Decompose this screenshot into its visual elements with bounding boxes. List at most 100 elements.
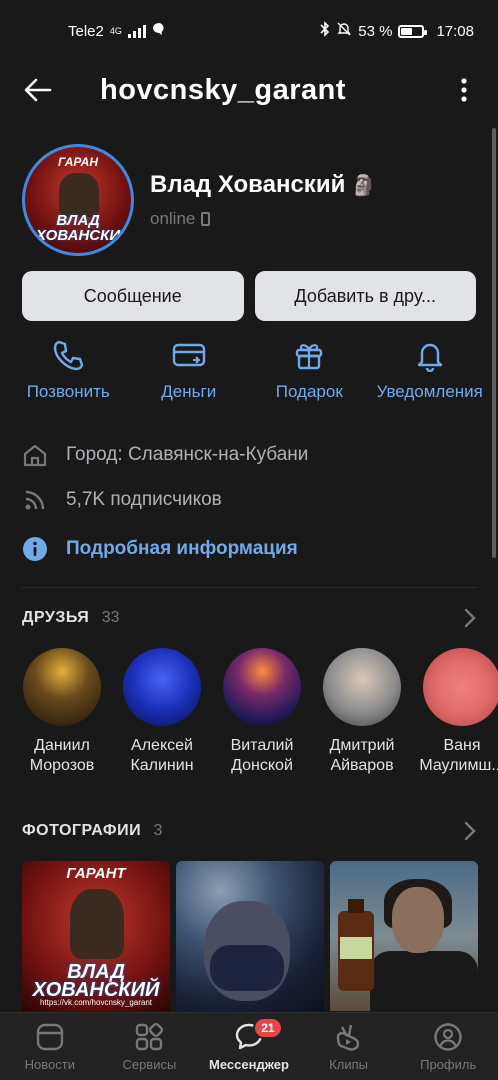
avatar[interactable]: ГАРАН ВЛАД ХОВАНСКИ [22,144,134,256]
friend-first-name: Виталий [230,737,294,754]
call-action[interactable]: Позвонить [9,338,127,410]
tab-services-label: Сервисы [122,1057,177,1072]
phone-icon [54,340,84,371]
home-icon [23,444,47,467]
tab-messenger-label: Мессенджер [209,1057,289,1072]
gift-label: Подарок [275,382,343,401]
friend-first-name: Даниил [34,737,90,754]
tab-clips-label: Клипы [329,1057,368,1072]
photo-thumbnail[interactable] [176,861,324,1011]
tab-clips[interactable]: Клипы [299,1013,399,1080]
photo-text-name: ВЛАД ХОВАНСКИЙ [32,961,160,1001]
photos-title: ФОТОГРАФИИ [22,822,142,839]
page-title: hovcnsky_garant [100,73,347,106]
city-row: Город: Славянск-на-Кубани [22,442,476,468]
friend-item[interactable]: Виталий Донской [212,648,312,776]
notifications-action[interactable]: Уведомления [371,338,489,410]
tab-news[interactable]: Новости [0,1013,100,1080]
battery-percent: 53 % [358,22,393,40]
add-friend-button[interactable]: Добавить в дру... [254,271,476,321]
friend-avatar [23,648,101,726]
info-icon [23,537,47,561]
friend-first-name: Алексей [131,737,193,754]
carrier-name: Tele2 [68,22,104,40]
news-icon [36,1023,63,1051]
friend-avatar [423,648,498,726]
photo-text-top: ГАРАНТ [66,865,126,882]
photos-count: 3 [153,822,163,839]
network-type: 4G [109,26,122,36]
friend-first-name: Дмитрий [329,737,395,754]
details-row[interactable]: Подробная информация [22,536,476,562]
messenger-badge: 21 [253,1017,283,1039]
avatar-text-name: ВЛАД ХОВАНСКИ [35,212,121,244]
arrow-left-icon [24,78,52,102]
battery-icon [398,24,428,38]
money-action[interactable]: Деньги [130,338,248,410]
gift-action[interactable]: Подарок [250,338,368,410]
clips-icon [336,1024,359,1051]
mute-bell-icon [336,21,352,41]
bottom-tab-bar: Новости Сервисы 21 Мессенджер Клипы Проф… [0,1012,498,1080]
friends-list: Даниил Морозов Алексей Калинин Виталий Д… [12,648,498,776]
friend-last-name: Морозов [29,757,95,774]
tab-profile[interactable]: Профиль [398,1013,498,1080]
divider [22,587,476,588]
followers-text: 5,7K подписчиков [66,489,222,510]
friend-last-name: Маулимш... [419,757,498,774]
gift-icon [296,344,323,370]
friends-header[interactable]: ДРУЗЬЯ 33 [22,608,476,628]
photos-grid: ГАРАНТ ВЛАД ХОВАНСКИЙ https://vk.com/hov… [22,861,498,1011]
back-button[interactable] [14,66,62,114]
tab-messenger[interactable]: 21 Мессенджер [199,1013,299,1080]
friends-title: ДРУЗЬЯ [22,609,90,626]
status-bar: Tele2 4G 53 % 17:08 [0,0,498,62]
chevron-right-icon [464,608,476,628]
friend-avatar [223,648,301,726]
friend-last-name: Айваров [330,757,394,774]
friends-count: 33 [101,609,120,626]
notifications-label: Уведомления [376,382,483,401]
photo-figure [70,889,124,959]
photo-body [370,951,478,1011]
photo-thumbnail[interactable]: ГАРАНТ ВЛАД ХОВАНСКИЙ https://vk.com/hov… [22,861,170,1011]
avatar-figure [59,173,99,217]
friend-item[interactable]: Ваня Маулимш... [412,648,498,776]
clock: 17:08 [436,22,474,40]
services-icon [136,1022,164,1051]
photo-thumbnail[interactable] [330,861,478,1011]
more-button[interactable] [444,66,484,114]
photos-header[interactable]: ФОТОГРАФИИ 3 [22,821,476,841]
online-status: online [150,209,196,228]
moai-emoji-icon: 🗿 [351,174,377,197]
profile-icon [434,1023,462,1051]
friend-item[interactable]: Дмитрий Айваров [312,648,412,776]
more-vertical-icon [461,78,467,102]
bluetooth-icon [320,21,330,41]
friend-last-name: Донской [231,757,293,774]
app-bar: hovcnsky_garant [0,62,498,118]
friend-last-name: Калинин [130,757,194,774]
mobile-icon [201,212,211,226]
friend-item[interactable]: Даниил Морозов [12,648,112,776]
photo-mask [210,945,284,991]
avatar-text-top: ГАРАН [57,155,98,169]
photo-bottle [338,899,374,991]
money-label: Деньги [161,382,217,401]
friend-item[interactable]: Алексей Калинин [112,648,212,776]
friend-avatar [323,648,401,726]
city-text: Город: Славянск-на-Кубани [66,444,309,465]
photo-head [392,887,444,953]
signal-icon [127,24,146,38]
chevron-right-icon [464,821,476,841]
profile-buttons: Сообщение Добавить в дру... [22,271,476,321]
details-link[interactable]: Подробная информация [66,538,298,560]
friend-first-name: Ваня [443,737,481,754]
followers-row[interactable]: 5,7K подписчиков [22,487,476,513]
friend-avatar [123,648,201,726]
money-icon [172,343,205,367]
tab-services[interactable]: Сервисы [100,1013,200,1080]
call-label: Позвонить [26,382,110,401]
quick-actions: Позвонить Деньги Подарок Уведомления [0,338,498,410]
message-button[interactable]: Сообщение [22,271,244,321]
